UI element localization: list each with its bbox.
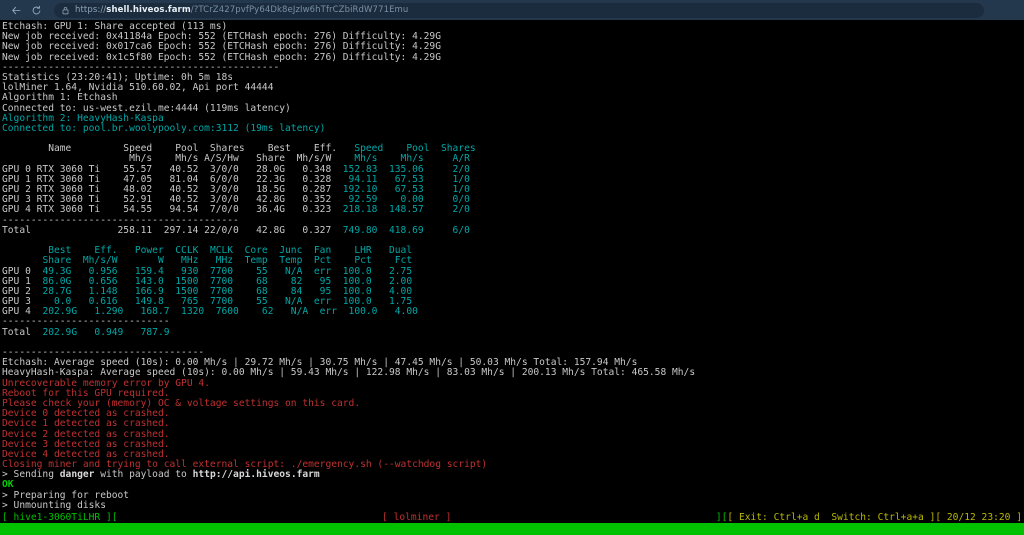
terminal-line-segment: GPU 4 RTX 3060 Ti 54.55 94.54 7/0/0 36.4… bbox=[2, 204, 332, 216]
url-text: https://shell.hiveos.farm/?TCrZ427pvfPy6… bbox=[75, 5, 408, 15]
tmux-window-list[interactable]: 0:bash* bbox=[0, 523, 1024, 535]
address-bar[interactable]: https://shell.hiveos.farm/?TCrZ427pvfPy6… bbox=[54, 2, 984, 18]
terminal-line-segment: 218.18 148.57 2/0 bbox=[331, 204, 470, 216]
terminal-line-segment: 202.9G 0.949 787.9 bbox=[42, 326, 170, 338]
terminal-line-segment: Total bbox=[2, 326, 43, 338]
url-path: /?TCrZ427pvfPy64Dk8eJzIw6hTfrCZbiRdW771E… bbox=[190, 5, 409, 15]
terminal-line: Connected to: pool.br.woolypooly.com:311… bbox=[2, 122, 326, 134]
terminal-lines: Etchash: GPU 1: Share accepted (113 ms) N… bbox=[2, 21, 1024, 511]
tmux-session-label: [ hive1-3060TiLHR ][ bbox=[2, 512, 118, 523]
browser-chrome: https://shell.hiveos.farm/?TCrZ427pvfPy6… bbox=[0, 0, 1024, 20]
back-button[interactable] bbox=[6, 2, 26, 18]
url-scheme: https:// bbox=[75, 5, 107, 15]
reload-button[interactable] bbox=[26, 2, 46, 18]
tmux-clock: 20/12 23:20 ] bbox=[941, 512, 1022, 523]
terminal-line-segment: Total 258.11 297.14 22/0/0 42.8G 0.327 bbox=[2, 224, 332, 236]
terminal-line-segment: 749.80 418.69 6/0 bbox=[331, 224, 470, 236]
terminal-line: > Sending danger with payload to http://… bbox=[2, 470, 1024, 480]
api-endpoint-url: http://api.hiveos.farm bbox=[192, 469, 320, 481]
reload-icon bbox=[32, 5, 40, 14]
terminal-output[interactable]: Etchash: GPU 1: Share accepted (113 ms) N… bbox=[0, 20, 1024, 535]
emergency-payload-name: danger bbox=[59, 469, 95, 481]
tmux-right-bracket: ][ bbox=[715, 512, 728, 523]
url-host: shell.hiveos.farm bbox=[106, 5, 191, 15]
terminal-line: lolMiner 1.64, Nvidia 510.60.02, Api por… bbox=[2, 82, 274, 94]
lock-icon bbox=[61, 6, 70, 15]
terminal-line: OK bbox=[2, 479, 14, 491]
tmux-keys-label: [ Exit: Ctrl+a d Switch: Ctrl+a+a ][ bbox=[727, 512, 942, 523]
tmux-status-bar: [ hive1-3060TiLHR ][ [ lolminer ] ][[ Ex… bbox=[0, 512, 1024, 523]
terminal-line: Algorithm 1: Etchash bbox=[2, 92, 118, 104]
terminal-line: > Unmounting disks bbox=[2, 499, 106, 511]
terminal-line: Total 258.11 297.14 22/0/0 42.8G 0.327 7… bbox=[2, 224, 1024, 236]
back-arrow-icon bbox=[11, 6, 20, 14]
tmux-window-label[interactable]: [ lolminer ] bbox=[382, 512, 451, 523]
terminal-line: Total 202.9G 0.949 787.9 bbox=[2, 326, 1024, 338]
terminal-line: Device 1 detected as crashed. bbox=[2, 418, 170, 430]
tmux-right-status: ][[ Exit: Ctrl+a d Switch: Ctrl+a+a ][ 2… bbox=[716, 512, 1024, 523]
terminal-line-segment: with payload to bbox=[94, 469, 193, 481]
terminal-line: > Preparing for reboot bbox=[2, 489, 130, 501]
